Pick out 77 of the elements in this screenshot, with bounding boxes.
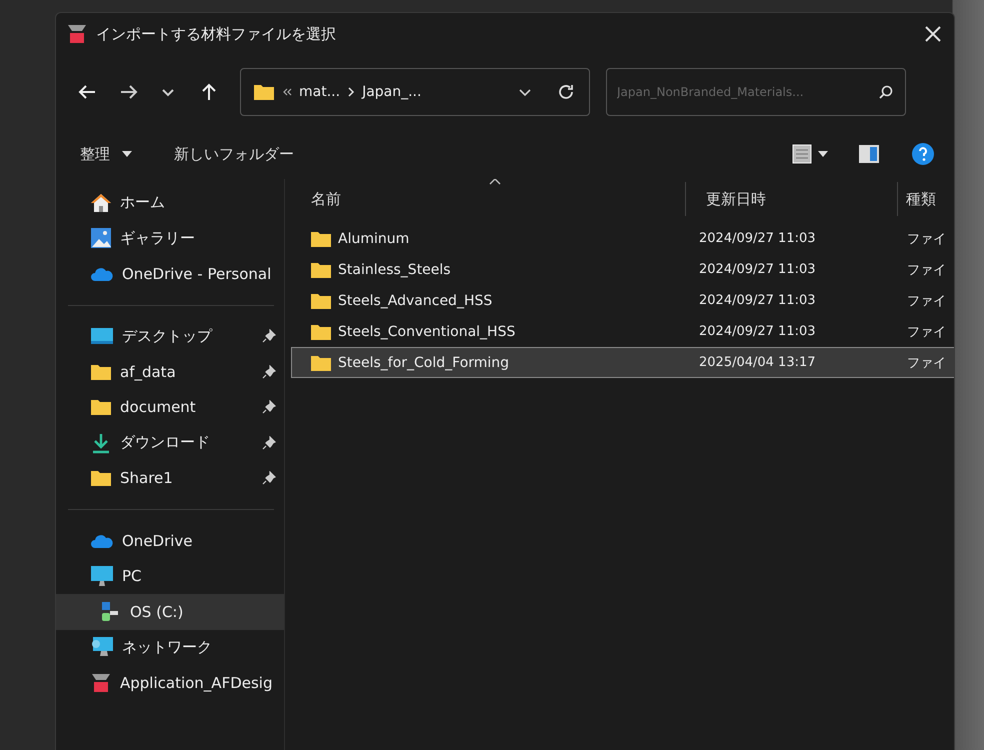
sidebar-item[interactable]: ネットワーク [56, 630, 284, 665]
file-name: Steels_for_Cold_Forming [338, 354, 510, 370]
app-logo-icon [66, 23, 88, 45]
column-header[interactable]: 名前 [291, 182, 686, 216]
modified-date: 2024/09/27 11:03 [699, 324, 816, 339]
search-icon [878, 84, 894, 100]
file-type: ファイ [907, 262, 946, 278]
preview-pane-icon[interactable] [858, 144, 880, 164]
cloud-icon [90, 532, 114, 549]
file-type: ファイ [907, 292, 946, 310]
home-icon [90, 192, 112, 213]
cloud-icon [90, 266, 114, 282]
desktop-icon [90, 327, 114, 346]
new-folder-button[interactable]: 新しいフォルダー [168, 140, 300, 168]
refresh-icon[interactable] [557, 83, 575, 101]
sidebar-item[interactable]: PC [56, 558, 284, 594]
organize-button[interactable]: 整理 [74, 140, 116, 168]
app-logo-icon [90, 672, 112, 694]
column-header[interactable]: 種類 [898, 182, 948, 216]
pin-icon[interactable] [262, 329, 276, 344]
folder-icon [310, 322, 332, 340]
file-name: Steels_Advanced_HSS [338, 292, 492, 308]
file-row[interactable]: Stainless_Steels 2024/09/27 11:03 ファイ [291, 254, 954, 285]
pin-icon[interactable] [262, 471, 276, 486]
sidebar-item[interactable]: ギャラリー [56, 220, 284, 256]
sidebar-item[interactable]: OneDrive [56, 523, 284, 558]
gallery-icon [90, 227, 112, 250]
sidebar-item[interactable]: OneDrive - Personal [56, 256, 284, 292]
folder-icon [310, 260, 332, 278]
address-bar[interactable]: mat... Japan_... [240, 68, 590, 116]
file-type: ファイ [907, 324, 946, 340]
caret-icon[interactable] [122, 151, 132, 157]
sidebar-item[interactable]: ダウンロード [56, 425, 284, 460]
caret-icon[interactable] [818, 151, 828, 157]
chevron-right-icon [347, 87, 356, 97]
file-row[interactable]: Aluminum 2024/09/27 11:03 ファイ [291, 223, 954, 254]
folder-icon [310, 230, 332, 248]
breadcrumb[interactable]: mat... [299, 84, 340, 100]
file-name: Stainless_Steels [338, 262, 451, 278]
view-icon[interactable] [792, 144, 812, 164]
double-chevron-icon [282, 87, 292, 97]
file-row[interactable]: Steels_for_Cold_Forming 2025/04/04 13:17 ファイ [291, 347, 954, 378]
modified-date: 2024/09/27 11:03 [699, 262, 816, 277]
window-title: インポートする材料ファイルを選択 [96, 24, 336, 44]
network-icon [90, 636, 114, 658]
monitor-icon [90, 565, 114, 588]
column-header[interactable]: 更新日時 [686, 182, 898, 216]
pin-icon[interactable] [262, 364, 276, 379]
pin-icon[interactable] [262, 436, 276, 450]
sidebar-item[interactable]: デスクトップ [56, 318, 284, 354]
modified-date: 2024/09/27 11:03 [699, 231, 816, 246]
folder-icon [90, 398, 112, 416]
file-type: ファイ [907, 230, 946, 248]
sidebar-item[interactable]: af_data [56, 354, 284, 390]
close-icon[interactable] [924, 25, 942, 43]
folder-icon [310, 292, 332, 310]
file-row[interactable]: Steels_Advanced_HSS 2024/09/27 11:03 ファイ [291, 285, 954, 316]
folder-icon [253, 83, 275, 101]
folder-icon [90, 469, 112, 488]
sidebar-item[interactable]: OS (C:) [56, 594, 284, 630]
file-row[interactable]: Steels_Conventional_HSS 2024/09/27 11:03 ファイ [291, 316, 954, 347]
file-name: Steels_Conventional_HSS [338, 324, 516, 340]
modified-date: 2024/09/27 11:03 [699, 293, 816, 308]
folder-icon [90, 362, 112, 381]
sidebar-item[interactable]: Share1 [56, 460, 284, 496]
sidebar-item[interactable]: document [56, 390, 284, 425]
file-name: Aluminum [338, 230, 410, 246]
folder-icon [310, 354, 332, 372]
breadcrumb[interactable]: Japan_... [362, 84, 422, 100]
download-icon [90, 432, 112, 454]
help-icon[interactable] [912, 143, 934, 165]
sidebar-item[interactable]: Application_AFDesig [56, 665, 284, 700]
pin-icon[interactable] [262, 400, 276, 414]
sort-caret-icon [489, 179, 501, 185]
modified-date: 2025/04/04 13:17 [699, 355, 816, 370]
sidebar-item[interactable]: ホーム [56, 185, 284, 220]
file-type: ファイ [907, 354, 946, 372]
